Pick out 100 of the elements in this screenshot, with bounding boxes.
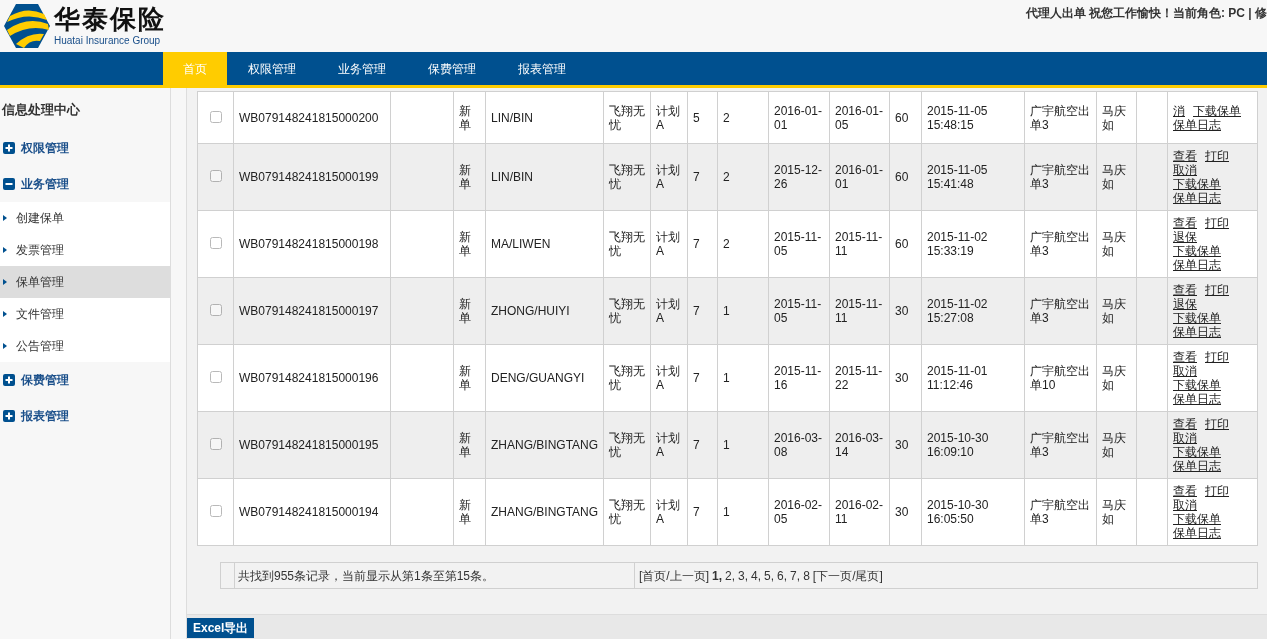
- page-link[interactable]: 1,: [712, 566, 723, 585]
- policy-number-cell: WB079148241815000199: [233, 143, 391, 211]
- action-link[interactable]: 查看: [1173, 350, 1197, 364]
- end-date-cell: 2015-11-11: [829, 210, 890, 278]
- plan-cell: 计划A: [650, 277, 688, 345]
- days-cell: 30: [889, 478, 922, 546]
- insured-cell: LIN/BIN: [485, 91, 604, 144]
- action-link[interactable]: 取消: [1173, 163, 1197, 177]
- agent-cell: 广宇航空出单3: [1024, 91, 1097, 144]
- action-link[interactable]: 下载保单: [1173, 244, 1221, 258]
- action-link[interactable]: 打印: [1205, 216, 1229, 230]
- sidebar-item[interactable]: 创建保单: [0, 201, 170, 234]
- type-cell: 新单: [453, 143, 486, 211]
- policy-number-cell: WB079148241815000198: [233, 210, 391, 278]
- operator-cell: 马庆如: [1096, 344, 1137, 412]
- table-cell: 2: [717, 143, 769, 211]
- action-link[interactable]: 保单日志: [1173, 325, 1221, 339]
- agent-cell: 广宇航空出单3: [1024, 143, 1097, 211]
- action-link[interactable]: 查看: [1173, 417, 1197, 431]
- caret-icon: [3, 278, 7, 285]
- days-cell: 60: [889, 210, 922, 278]
- days-cell: 30: [889, 277, 922, 345]
- type-cell: 新单: [453, 277, 486, 345]
- page-link[interactable]: 2,: [725, 566, 736, 585]
- minus-icon: [3, 177, 15, 190]
- action-link[interactable]: 查看: [1173, 283, 1197, 297]
- plus-icon: [3, 141, 15, 154]
- page-link[interactable]: 5,: [764, 566, 775, 585]
- action-link[interactable]: 下载保单: [1193, 103, 1241, 118]
- start-date-cell: 2016-01-01: [768, 91, 830, 144]
- pager-summary: 共找到955条记录，当前显示从第1条至第15条。: [235, 563, 635, 588]
- action-link[interactable]: 退保: [1173, 230, 1197, 244]
- page-link[interactable]: 3,: [738, 566, 749, 585]
- action-link[interactable]: 取消: [1173, 498, 1197, 512]
- table-cell: 5: [687, 91, 718, 144]
- sidebar-item[interactable]: 公告管理: [0, 329, 170, 362]
- sidebar-group[interactable]: 保费管理: [0, 361, 170, 398]
- page-link[interactable]: 7,: [790, 566, 801, 585]
- first-prev-link[interactable]: [首页/上一页]: [639, 566, 709, 585]
- action-link[interactable]: 保单日志: [1173, 117, 1221, 132]
- product-cell: 飞翔无忧: [603, 277, 651, 345]
- table-cell: 1: [717, 478, 769, 546]
- sidebar-item[interactable]: 文件管理: [0, 297, 170, 330]
- action-link[interactable]: 保单日志: [1173, 258, 1221, 272]
- page-link[interactable]: 8: [803, 566, 810, 585]
- action-link[interactable]: 打印: [1205, 149, 1229, 163]
- insured-cell: LIN/BIN: [485, 143, 604, 211]
- insured-cell: DENG/GUANGYI: [485, 344, 604, 412]
- nav-tab[interactable]: 权限管理: [227, 52, 317, 85]
- type-cell: 新单: [453, 478, 486, 546]
- insured-cell: MA/LIWEN: [485, 210, 604, 278]
- action-link[interactable]: 保单日志: [1173, 459, 1221, 473]
- operator-cell: 马庆如: [1096, 411, 1137, 479]
- next-last-link[interactable]: [下一页/尾页]: [812, 566, 883, 585]
- action-link[interactable]: 保单日志: [1173, 392, 1221, 406]
- action-link[interactable]: 取消: [1173, 364, 1197, 378]
- page-link[interactable]: 6,: [777, 566, 788, 585]
- action-link[interactable]: 打印: [1205, 484, 1229, 498]
- action-link[interactable]: 查看: [1173, 216, 1197, 230]
- sidebar-group[interactable]: 报表管理: [0, 397, 170, 434]
- end-date-cell: 2015-11-22: [829, 344, 890, 412]
- table-cell: 2: [717, 91, 769, 144]
- sidebar-item[interactable]: 保单管理: [0, 265, 170, 298]
- action-link[interactable]: 下载保单: [1173, 512, 1221, 526]
- excel-export-button[interactable]: Excel导出: [187, 618, 255, 638]
- action-link[interactable]: 下载保单: [1173, 311, 1221, 325]
- logo-icon: [4, 4, 50, 48]
- action-link[interactable]: 查看: [1173, 484, 1197, 498]
- issued-time-cell: 2015-11-02 15:33:19: [921, 210, 1025, 278]
- sidebar-group[interactable]: 权限管理: [0, 129, 170, 166]
- action-link[interactable]: 保单日志: [1173, 191, 1221, 205]
- action-link[interactable]: 取消: [1173, 431, 1197, 445]
- start-date-cell: 2015-12-26: [768, 143, 830, 211]
- action-link[interactable]: 打印: [1205, 283, 1229, 297]
- sidebar-title: 信息处理中心: [0, 101, 81, 119]
- action-link[interactable]: 查看: [1173, 149, 1197, 163]
- sidebar-item[interactable]: 发票管理: [0, 233, 170, 266]
- table-cell: 7: [687, 143, 718, 211]
- caret-icon: [3, 246, 7, 253]
- table-cell: 7: [687, 344, 718, 412]
- table-cell: 1: [717, 277, 769, 345]
- policy-number-cell: WB079148241815000194: [233, 478, 391, 546]
- action-link[interactable]: 下载保单: [1173, 378, 1221, 392]
- action-link[interactable]: 下载保单: [1173, 177, 1221, 191]
- action-link[interactable]: 打印: [1205, 350, 1229, 364]
- action-link[interactable]: 下载保单: [1173, 445, 1221, 459]
- nav-tab[interactable]: 保费管理: [407, 52, 497, 85]
- action-link[interactable]: 打印: [1205, 417, 1229, 431]
- operator-cell: 马庆如: [1096, 478, 1137, 546]
- sidebar-group[interactable]: 业务管理: [0, 165, 170, 202]
- action-link[interactable]: 消: [1173, 103, 1185, 118]
- policy-number-cell: WB079148241815000196: [233, 344, 391, 412]
- action-link[interactable]: 退保: [1173, 297, 1197, 311]
- action-link[interactable]: 保单日志: [1173, 526, 1221, 540]
- type-cell: 新单: [453, 411, 486, 479]
- page-link[interactable]: 4,: [751, 566, 762, 585]
- nav-tab[interactable]: 报表管理: [497, 52, 587, 85]
- nav-tab[interactable]: 业务管理: [317, 52, 407, 85]
- table-cell: 7: [687, 210, 718, 278]
- plan-cell: 计划A: [650, 210, 688, 278]
